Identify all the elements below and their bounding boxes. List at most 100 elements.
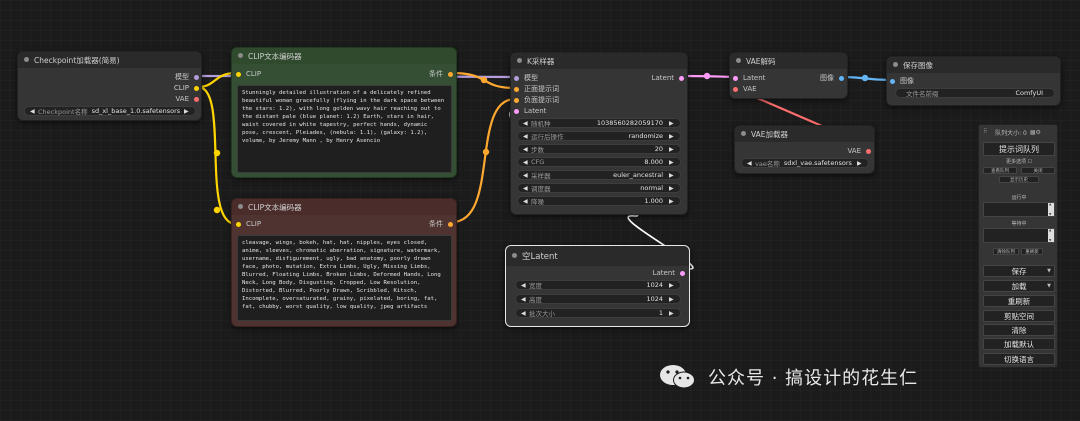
collapse-dot-icon[interactable]: [238, 53, 243, 58]
chevron-down-icon[interactable]: ▼: [1047, 283, 1051, 289]
input-positive[interactable]: 正面提示词: [514, 84, 559, 94]
collapse-dot-icon[interactable]: [512, 253, 517, 258]
settings-gear-icon[interactable]: ▦⚙: [1030, 129, 1041, 136]
collapse-dot-icon[interactable]: [736, 58, 741, 63]
conditioning-port-icon[interactable]: [514, 97, 519, 103]
arrow-right-icon[interactable]: ▶: [669, 296, 675, 303]
height-widget[interactable]: ◀ 高度 1024 ▶: [515, 294, 681, 304]
output-vae[interactable]: VAE: [175, 94, 199, 104]
vae-port-icon[interactable]: [733, 86, 738, 92]
sampler-widget[interactable]: ◀ 采样器 euler_ancestral ▶: [517, 170, 681, 180]
vae-decode-node[interactable]: VAE解码 Latent VAE 图像: [729, 52, 848, 99]
output-latent[interactable]: Latent: [653, 268, 685, 278]
prompt-textarea[interactable]: Stunningly detailed illustration of a de…: [237, 85, 452, 173]
latent-port-icon[interactable]: [514, 108, 519, 114]
arrow-right-icon[interactable]: ▶: [669, 120, 675, 127]
arrow-right-icon[interactable]: ▶: [669, 282, 675, 289]
output-conditioning[interactable]: 条件: [429, 69, 453, 79]
steps-widget[interactable]: ◀ 步数 20 ▶: [517, 144, 681, 154]
arrow-left-icon[interactable]: ◀: [521, 282, 527, 289]
arrow-right-icon[interactable]: ▶: [669, 159, 675, 166]
latent-port-icon[interactable]: [733, 75, 738, 81]
collapse-dot-icon[interactable]: [517, 58, 522, 63]
clip-port-icon[interactable]: [236, 71, 241, 77]
clear-button[interactable]: 清除: [983, 324, 1055, 336]
conditioning-port-icon[interactable]: [448, 221, 453, 227]
cfg-widget[interactable]: ◀ CFG 8.000 ▶: [517, 157, 681, 167]
input-clip[interactable]: CLIP: [236, 219, 261, 229]
scheduler-widget[interactable]: ◀ 调度器 normal ▶: [517, 183, 681, 193]
arrow-left-icon[interactable]: ◀: [523, 133, 529, 140]
clip-port-icon[interactable]: [194, 85, 199, 91]
arrow-left-icon[interactable]: ◀: [523, 120, 529, 127]
view-history-button[interactable]: 显示历史: [999, 176, 1039, 183]
conditioning-port-icon[interactable]: [448, 71, 453, 77]
arrow-left-icon[interactable]: ◀: [521, 296, 527, 303]
input-negative[interactable]: 负面提示词: [514, 95, 559, 105]
vae-port-icon[interactable]: [194, 96, 199, 102]
refresh-queue-button[interactable]: 重刷新: [1021, 248, 1043, 255]
latent-port-icon[interactable]: [680, 270, 685, 276]
arrow-left-icon[interactable]: ◀: [523, 159, 529, 166]
node-title-bar[interactable]: 保存图像: [887, 57, 1060, 73]
input-image[interactable]: 图像: [890, 76, 914, 86]
node-title-bar[interactable]: VAE解码: [730, 53, 847, 69]
collapse-dot-icon[interactable]: [238, 204, 243, 209]
queue-prompt-button[interactable]: 提示词队列: [983, 142, 1055, 156]
clip-text-encode-positive-node[interactable]: CLIP文本编码器 CLIP 条件 Stunningly detailed il…: [231, 47, 457, 178]
ksampler-node[interactable]: K采样器 模型 正面提示词 负面提示词 Latent Latent ◀ 随机种 10…: [510, 52, 688, 215]
image-port-icon[interactable]: [839, 75, 844, 81]
input-vae[interactable]: VAE: [733, 84, 757, 94]
clip-port-icon[interactable]: [236, 221, 241, 227]
output-latent[interactable]: Latent: [652, 73, 684, 83]
pending-list[interactable]: [983, 228, 1055, 243]
input-model[interactable]: 模型: [514, 73, 538, 83]
running-list[interactable]: [983, 202, 1055, 217]
arrow-left-icon[interactable]: ◀: [523, 146, 529, 153]
arrow-right-icon[interactable]: ▶: [669, 133, 675, 140]
arrow-right-icon[interactable]: ▶: [669, 146, 675, 153]
arrow-left-icon[interactable]: ◀: [747, 160, 753, 167]
save-image-node[interactable]: 保存图像 图像 文件名前缀 ComfyUI: [886, 56, 1061, 106]
denoise-widget[interactable]: ◀ 降噪 1.000 ▶: [517, 196, 681, 206]
output-vae[interactable]: VAE: [847, 146, 871, 156]
control-after-generate-widget[interactable]: ◀ 运行后操作 randomize ▶: [517, 131, 681, 141]
view-queue-button[interactable]: 查看队列: [983, 167, 1017, 174]
arrow-left-icon[interactable]: ◀: [523, 198, 529, 205]
image-port-icon[interactable]: [890, 78, 895, 84]
vae-port-icon[interactable]: [866, 148, 871, 154]
switch-language-button[interactable]: 切换语言: [983, 353, 1055, 365]
load-default-button[interactable]: 加载默认: [983, 338, 1055, 350]
refresh-button[interactable]: 重刷新: [983, 295, 1055, 307]
checkpoint-name-combo[interactable]: ◀ Checkpoint名称 sd_xl_base_1.0.safetensor…: [24, 106, 196, 116]
vae-name-combo[interactable]: ◀ vae名称 sdxl_vae.safetensors ▶: [741, 158, 869, 168]
collapse-dot-icon[interactable]: [741, 131, 746, 136]
save-button[interactable]: 保存 ▼: [983, 265, 1055, 277]
seed-widget[interactable]: ◀ 随机种 1038560282059170 ▶: [517, 118, 681, 128]
arrow-right-icon[interactable]: ▶: [669, 185, 675, 192]
node-title-bar[interactable]: CLIP文本编码器: [232, 199, 456, 215]
input-latent[interactable]: Latent: [733, 73, 765, 83]
drag-handle-icon[interactable]: ⠿: [983, 128, 987, 135]
clipspace-button[interactable]: 剪贴空间: [983, 310, 1055, 322]
model-port-icon[interactable]: [194, 74, 199, 80]
collapse-dot-icon[interactable]: [893, 62, 898, 67]
vae-loader-node[interactable]: VAE加载器 VAE ◀ vae名称 sdxl_vae.safetensors …: [734, 125, 875, 174]
filename-prefix-widget[interactable]: 文件名前缀 ComfyUI: [895, 88, 1055, 98]
arrow-left-icon[interactable]: ◀: [523, 172, 529, 179]
node-title-bar[interactable]: 空Latent: [506, 246, 689, 266]
latent-port-icon[interactable]: [679, 75, 684, 81]
node-title-bar[interactable]: K采样器: [511, 53, 687, 69]
arrow-right-icon[interactable]: ▶: [669, 172, 675, 179]
load-button[interactable]: 加载 ▼: [983, 280, 1055, 292]
output-image[interactable]: 图像: [820, 73, 844, 83]
close-button[interactable]: 关闭: [1021, 167, 1055, 174]
prompt-textarea[interactable]: cleavage, wings, bokeh, hat, hat, nipple…: [237, 235, 452, 321]
node-title-bar[interactable]: VAE加载器: [735, 126, 874, 142]
empty-latent-node[interactable]: 空Latent Latent ◀ 宽度 1024 ▶ ◀ 高度 1024 ▶ ◀ 批次大小 1 ▶: [505, 245, 690, 327]
conditioning-port-icon[interactable]: [514, 86, 519, 92]
arrow-right-icon[interactable]: ▶: [669, 198, 675, 205]
scrollbar[interactable]: [1048, 228, 1054, 242]
batch-size-widget[interactable]: ◀ 批次大小 1 ▶: [515, 308, 681, 318]
scrollbar[interactable]: [1048, 202, 1054, 216]
